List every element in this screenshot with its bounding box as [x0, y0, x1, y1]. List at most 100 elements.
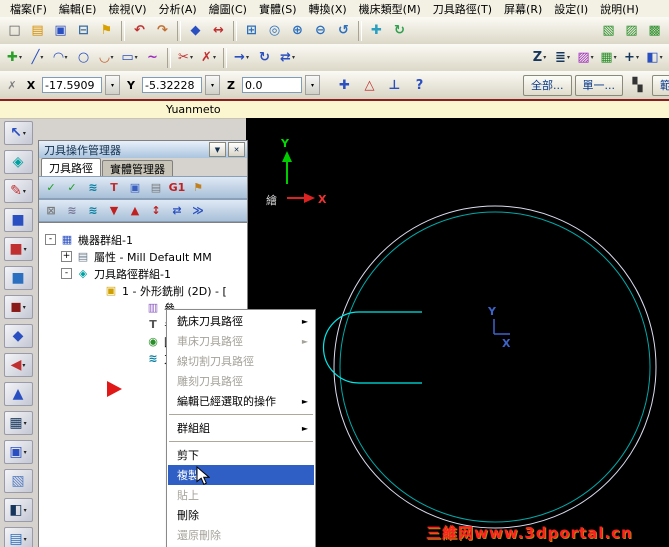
move-insert-down-icon[interactable]: ▼ [104, 201, 124, 220]
context-menu-item[interactable]: 複製 [168, 465, 314, 485]
panel-title-bar[interactable]: 刀具操作管理器 ▼ ✕ [39, 141, 247, 158]
x-coordinate-input[interactable] [42, 77, 102, 93]
new-file-icon[interactable]: □▾ [3, 20, 26, 41]
open-file-icon[interactable]: ▤▾ [26, 20, 49, 41]
cube-blue-icon[interactable]: ▣ ▾ [3, 440, 33, 464]
post-g1-icon[interactable]: G1 [167, 178, 187, 197]
xform-rotate-icon[interactable]: ↻▾ [253, 47, 276, 68]
create-rect-icon[interactable]: ▭ ▾ [118, 47, 141, 68]
mesh-icon[interactable]: ▧▾ [3, 469, 33, 493]
part-circle-outer[interactable] [333, 205, 657, 529]
slot-contour[interactable] [322, 311, 423, 384]
unzoom-icon[interactable]: ↺▾ [332, 20, 355, 41]
tab-solids-manager[interactable]: 實體管理器 [102, 160, 173, 176]
groups-icon[interactable]: ▦ ▾ [597, 47, 620, 68]
tree-row[interactable]: + ▤ 屬性 - Mill Default MM [39, 248, 247, 265]
context-menu-item[interactable]: 還原刪除 [168, 525, 314, 545]
toggle-display-icon[interactable]: ⇄ [167, 201, 187, 220]
menu-item[interactable]: 屏幕(R) [498, 0, 548, 18]
gview-iso-icon[interactable]: ▩▾ [643, 20, 666, 41]
select-all-button[interactable]: 全部... [523, 74, 572, 96]
view-pan-icon[interactable]: ▲▾ [3, 382, 33, 406]
menu-item[interactable]: 刀具路徑(T) [427, 0, 498, 18]
view-rotate-icon[interactable]: ◀ ▾ [3, 353, 33, 377]
solid-cube-icon[interactable]: ◼ ▾ [3, 295, 33, 319]
zoom-out-icon[interactable]: ⊖▾ [309, 20, 332, 41]
toolbar-icon[interactable]: ▾ [177, 20, 181, 41]
panel-close-icon[interactable]: ✕ [228, 142, 245, 157]
zoom-target-icon[interactable]: ◎▾ [263, 20, 286, 41]
grid-icon[interactable]: ▦ ▾ [3, 411, 33, 435]
delta-icon[interactable]: △ [358, 75, 381, 96]
select-range-button[interactable]: 範 [652, 74, 669, 96]
menu-item[interactable]: 檢視(V) [102, 0, 152, 18]
toolpath-simulate-icon[interactable]: T [104, 178, 124, 197]
create-arc-icon[interactable]: ◠ ▾ [49, 47, 72, 68]
x-dropdown-icon[interactable]: ▾ [105, 75, 120, 95]
perpendicular-snap-icon[interactable]: ⊥ [383, 75, 406, 96]
trim-icon[interactable]: ✂ ▾ [174, 47, 197, 68]
menu-item[interactable]: 轉換(X) [303, 0, 353, 18]
select-all-operations-icon[interactable]: ✓ [41, 178, 61, 197]
autocursor-icon[interactable]: ✚ [333, 75, 356, 96]
context-menu-item[interactable]: 貼上 [168, 485, 314, 505]
zoom-window-icon[interactable]: ⊞▾ [240, 20, 263, 41]
panel-collapse-icon[interactable]: ▼ [209, 142, 226, 157]
toolbar-icon[interactable]: ▾ [223, 47, 227, 68]
menu-item[interactable]: 繪圖(C) [203, 0, 253, 18]
select-single-button[interactable]: 單一... [574, 74, 623, 96]
plane-side-icon[interactable]: ■ ▾ [3, 237, 33, 261]
y-coordinate-input[interactable] [142, 77, 202, 93]
tree-row[interactable]: - ▦ 機器群組-1 [39, 231, 247, 248]
layers-icon[interactable]: ▤ ▾ [3, 527, 33, 547]
gview-front-icon[interactable]: ▨▾ [620, 20, 643, 41]
regen-all-icon[interactable]: ≋ [83, 178, 103, 197]
create-spline-icon[interactable]: ~▾ [141, 47, 164, 68]
view-iso-icon[interactable]: ◆▾ [3, 324, 33, 348]
context-menu-item[interactable]: 編輯已經選取的操作 [168, 391, 314, 411]
analyze-point-icon[interactable]: ◆▾ [184, 20, 207, 41]
tree-row[interactable]: - ◈ 刀具路徑群組-1 [39, 265, 247, 282]
context-menu-item[interactable]: 剪下 [168, 445, 314, 465]
xform-mirror-icon[interactable]: ⇄ ▾ [276, 47, 299, 68]
menu-item[interactable]: 編輯(E) [53, 0, 103, 18]
cube-navy-icon[interactable]: ◧ ▾ [3, 498, 33, 522]
delete-entity-icon[interactable]: ✗ ▾ [197, 47, 220, 68]
xform-translate-icon[interactable]: → ▾ [230, 47, 253, 68]
gview-top-icon[interactable]: ▧▾ [597, 20, 620, 41]
create-fillet-icon[interactable]: ◡ ▾ [95, 47, 118, 68]
insert-arrow-icon[interactable]: ↕ [146, 201, 166, 220]
help-icon[interactable]: ? [408, 75, 431, 96]
verify-icon[interactable]: ▣ [125, 178, 145, 197]
view-restore-icon[interactable]: ↖ ▾ [3, 121, 33, 145]
create-line-icon[interactable]: ╱ ▾ [26, 47, 49, 68]
feed-speed-icon[interactable]: ⚑ [188, 178, 208, 197]
view-dynamic-icon[interactable]: ◈▾ [3, 150, 33, 174]
toolbar-icon[interactable]: ▾ [358, 20, 362, 41]
regen-selected-icon[interactable]: ✓ [62, 178, 82, 197]
tree-expander-icon[interactable]: - [45, 234, 56, 245]
tree-row[interactable]: ▣ 1 - 外形銑削 (2D) - [ [39, 282, 247, 299]
toolbar-icon[interactable]: ▾ [121, 20, 125, 41]
menu-item[interactable]: 機床類型(M) [353, 0, 427, 18]
toggle-posting-icon[interactable]: ≋ [83, 201, 103, 220]
z-depth-icon[interactable]: Z ▾ [528, 47, 551, 68]
context-menu-item[interactable]: 雕刻刀具路徑 [168, 371, 314, 391]
toolbar-icon[interactable]: ▾ [233, 20, 237, 41]
scroll-end-icon[interactable]: ≫ [188, 201, 208, 220]
view-options-icon[interactable]: ◧ ▾ [643, 47, 666, 68]
plane-front-icon[interactable]: ■▾ [3, 208, 33, 232]
toolbar-icon[interactable]: ▾ [167, 47, 171, 68]
z-dropdown-icon[interactable]: ▾ [305, 75, 320, 95]
analyze-dynamic-icon[interactable]: ↔▾ [207, 20, 230, 41]
context-menu-item[interactable]: 刪除 [168, 505, 314, 525]
save-file-icon[interactable]: ▣▾ [49, 20, 72, 41]
menu-item[interactable]: 說明(H) [594, 0, 645, 18]
zoom-in-icon[interactable]: ⊕▾ [286, 20, 309, 41]
create-point-icon[interactable]: ✚ ▾ [3, 47, 26, 68]
repaint-icon[interactable]: ↻▾ [388, 20, 411, 41]
plane-top-icon[interactable]: ■▾ [3, 266, 33, 290]
z-coordinate-input[interactable] [242, 77, 302, 93]
capture-icon[interactable]: ⚑▾ [95, 20, 118, 41]
context-menu-item[interactable] [168, 411, 314, 418]
